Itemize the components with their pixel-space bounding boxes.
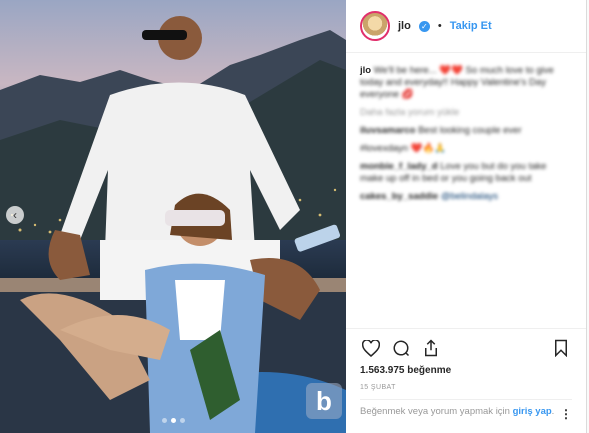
carousel-prev-button[interactable]: ‹: [6, 206, 24, 224]
load-more-comments[interactable]: Daha fazla yorum yükle: [360, 107, 572, 119]
comments-list: jlo We'll be here... ❤️❤️ So much love t…: [346, 53, 586, 328]
caption: jlo We'll be here... ❤️❤️ So much love t…: [360, 65, 572, 101]
carousel-dot: [179, 418, 185, 423]
login-prompt-text: Beğenmek veya yorum yapmak için: [360, 406, 513, 417]
login-prompt-suffix: .: [551, 406, 555, 417]
follow-button[interactable]: Takip Et: [450, 20, 492, 32]
share-icon[interactable]: [420, 337, 442, 359]
comment-icon[interactable]: [390, 337, 412, 359]
post-date: 15 ŞUBAT: [360, 384, 396, 391]
carousel-dot: [161, 418, 167, 423]
separator: •: [437, 20, 442, 32]
avatar[interactable]: [360, 11, 390, 41]
comment: iluvsamarco Best looking couple ever: [360, 125, 572, 137]
comment-text: @belindalays: [440, 191, 498, 202]
post-photo[interactable]: ‹ b: [0, 0, 346, 433]
post-sidebar: jlo ✓ • Takip Et jlo We'll be here... ❤️…: [346, 0, 586, 433]
carousel-dot-active: [170, 418, 176, 423]
comment: cakes_by_saddie @belindalays: [360, 191, 572, 203]
comment-user[interactable]: iluvsamarco: [360, 125, 415, 136]
comment-text: #lovexdayn ❤️🔥🙏: [360, 143, 447, 154]
login-link[interactable]: giriş yap: [513, 406, 552, 417]
comment-text: We'll be here... ❤️❤️ So much love to gi…: [360, 65, 554, 100]
bookmark-icon[interactable]: [550, 337, 572, 359]
heart-icon[interactable]: [360, 337, 382, 359]
comment-user[interactable]: jlo: [360, 65, 371, 76]
carousel-indicator: [0, 418, 346, 423]
watermark-logo: b: [306, 383, 342, 419]
post-actions: 1.563.975 beğenme 15 ŞUBAT Beğenmek veya…: [346, 328, 586, 433]
post-header: jlo ✓ • Takip Et: [346, 0, 586, 53]
verified-badge-icon: ✓: [418, 20, 430, 32]
comment-text: Best looking couple ever: [418, 125, 522, 136]
comment: monbie_f_lady_d Love you but do you take…: [360, 161, 572, 185]
action-icons: [360, 335, 572, 361]
instagram-post: ‹ b jlo ✓ • Takip Et jlo We'll be here..…: [0, 0, 587, 433]
username[interactable]: jlo: [398, 20, 411, 32]
more-options-icon[interactable]: ⋮: [560, 407, 572, 421]
photo-scene: [0, 0, 346, 433]
comment: #lovexdayn ❤️🔥🙏: [360, 143, 572, 155]
likes-count[interactable]: 1.563.975 beğenme: [360, 365, 572, 376]
chevron-left-icon: ‹: [13, 208, 17, 222]
comment-user[interactable]: cakes_by_saddie: [360, 191, 438, 202]
comment-user[interactable]: monbie_f_lady_d: [360, 161, 438, 172]
login-prompt: Beğenmek veya yorum yapmak için giriş ya…: [360, 399, 572, 418]
